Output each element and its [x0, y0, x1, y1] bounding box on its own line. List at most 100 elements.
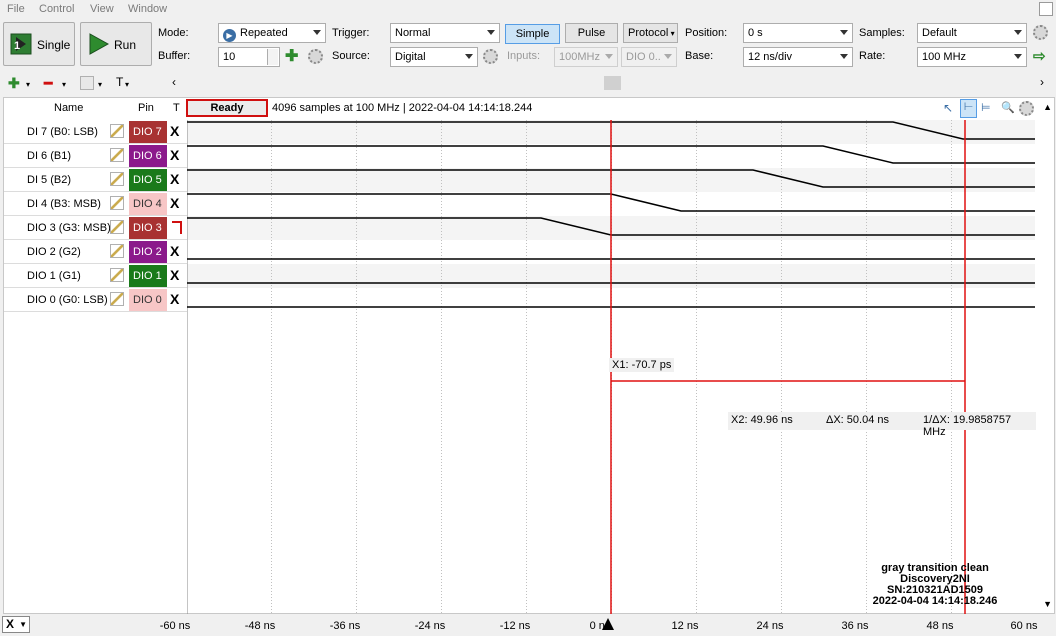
remove-channel-icon[interactable]: ━	[44, 75, 52, 92]
channel-name: DI 7 (B0: LSB)	[27, 126, 98, 138]
buffer-stepper[interactable]	[267, 49, 278, 65]
buffer-settings-icon[interactable]	[308, 49, 323, 64]
source-label: Source:	[332, 50, 370, 62]
scroll-right-icon[interactable]: ›	[1040, 75, 1044, 89]
channel-name: DIO 1 (G1)	[27, 270, 81, 282]
cursor-x2-icon[interactable]: ⊨	[981, 101, 991, 114]
rising-edge-trigger-icon[interactable]	[172, 221, 182, 234]
pin-badge: DIO 6	[129, 145, 167, 167]
cursor-x1-icon[interactable]: ⊢	[960, 99, 977, 118]
window-restore-button[interactable]	[1039, 2, 1053, 16]
scroll-down-icon[interactable]: ▼	[1043, 599, 1052, 609]
base-select[interactable]: 12 ns/div	[743, 47, 853, 67]
single-label: Single	[37, 38, 71, 52]
trigger-x-icon[interactable]: X	[170, 195, 179, 211]
trigger-x-icon[interactable]: X	[170, 267, 179, 283]
channel-row[interactable]: DI 4 (B3: MSB) DIO 4 X	[4, 192, 187, 216]
edit-icon[interactable]	[110, 196, 124, 210]
channel-name: DIO 0 (G0: LSB)	[27, 294, 108, 306]
menu-control[interactable]: Control	[39, 3, 74, 15]
source-select[interactable]: Digital	[390, 47, 478, 67]
inputs-channel-select: DIO 0..	[621, 47, 677, 67]
edit-icon[interactable]	[110, 268, 124, 282]
rate-select[interactable]: 100 MHz	[917, 47, 1027, 67]
panel-settings-icon[interactable]	[1019, 101, 1034, 116]
add-buffer-icon[interactable]: ✚	[285, 46, 298, 66]
buffer-label: Buffer:	[158, 50, 191, 62]
zoom-icon[interactable]: 🔍	[1001, 101, 1015, 114]
remove-dropdown-icon[interactable]: ▾	[62, 80, 66, 89]
source-value: Digital	[395, 51, 426, 63]
trigger-x-icon[interactable]: X	[170, 171, 179, 187]
trigger-value: Normal	[395, 27, 431, 39]
scroll-left-icon[interactable]: ‹	[172, 75, 176, 89]
col-trigger-header: T	[173, 102, 180, 114]
menu-window[interactable]: Window	[128, 3, 167, 15]
edit-icon[interactable]	[110, 220, 124, 234]
edit-icon[interactable]	[110, 148, 124, 162]
x-axis-button[interactable]: X ▼	[2, 616, 30, 633]
samples-select[interactable]: Default	[917, 23, 1027, 43]
single-button[interactable]: 1 Single	[3, 22, 75, 66]
edit-icon[interactable]	[110, 172, 124, 186]
source-settings-icon[interactable]	[483, 49, 498, 64]
channel-name: DI 6 (B1)	[27, 150, 72, 162]
trigger-select[interactable]: Normal	[390, 23, 500, 43]
trigger-tool-icon[interactable]: T	[116, 75, 123, 89]
channel-row[interactable]: DIO 0 (G0: LSB) DIO 0 X	[4, 288, 187, 312]
trigger-x-icon[interactable]: X	[170, 243, 179, 259]
cursor-x2-label[interactable]: X2: 49.96 ns	[731, 414, 793, 426]
channel-row[interactable]: DIO 1 (G1) DIO 1 X	[4, 264, 187, 288]
pin-badge: DIO 0	[129, 289, 167, 311]
cursor-x1-label[interactable]: X1: -70.7 ps	[609, 358, 675, 372]
note-timestamp: 2022-04-04 14:14:18.246	[872, 595, 998, 607]
edit-dropdown-icon[interactable]: ▾	[98, 80, 102, 89]
channel-row[interactable]: DI 7 (B0: LSB) DIO 7 X	[4, 120, 187, 144]
inputs-value: 100MHz	[559, 51, 600, 63]
run-button[interactable]: Run	[80, 22, 152, 66]
pin-badge: DIO 1	[129, 265, 167, 287]
svg-text:1: 1	[14, 40, 20, 52]
simple-button[interactable]: Simple	[505, 24, 560, 44]
x-tick: 48 ns	[926, 620, 954, 632]
edit-channel-icon[interactable]	[80, 76, 94, 90]
menu-file[interactable]: File	[7, 3, 25, 15]
menu-view[interactable]: View	[90, 3, 114, 15]
cursor-tool-icon[interactable]: ↖	[943, 101, 953, 115]
play-icon	[89, 33, 109, 55]
add-channel-icon[interactable]: ✚	[8, 75, 20, 92]
trigger-position-marker[interactable]	[602, 618, 614, 630]
edit-icon[interactable]	[110, 244, 124, 258]
mode-select[interactable]: ▶ Repeated	[218, 23, 326, 43]
position-input[interactable]: 0 s	[743, 23, 853, 43]
rate-value: 100 MHz	[922, 51, 967, 63]
channel-row[interactable]: DI 6 (B1) DIO 6 X	[4, 144, 187, 168]
arrow-right-icon[interactable]: ⇨	[1033, 47, 1046, 65]
position-label: Position:	[685, 27, 728, 39]
scroll-up-icon[interactable]: ▲	[1043, 102, 1052, 112]
trigger-dropdown-icon[interactable]: ▾	[125, 80, 129, 89]
protocol-button[interactable]: Protocol ▾	[623, 23, 678, 43]
channel-row[interactable]: DIO 3 (G3: MSB) DIO 3	[4, 216, 187, 240]
capture-note: gray transition clean Discovery2NI SN:21…	[850, 563, 1020, 607]
status-info: 4096 samples at 100 MHz | 2022-04-04 14:…	[272, 102, 533, 114]
edit-icon[interactable]	[110, 292, 124, 306]
add-dropdown-icon[interactable]: ▾	[26, 80, 30, 89]
logic-panel: Name Pin T Ready 4096 samples at 100 MHz…	[3, 97, 1055, 614]
trigger-x-icon[interactable]: X	[170, 123, 179, 139]
buffer-input[interactable]: 10	[218, 47, 280, 67]
menu-bar: File Control View Window	[0, 0, 1056, 20]
x-axis: X ▼ -60 ns -48 ns -36 ns -24 ns -12 ns 0 …	[0, 614, 1056, 636]
trigger-x-icon[interactable]: X	[170, 147, 179, 163]
pulse-button[interactable]: Pulse	[565, 23, 618, 43]
samples-settings-icon[interactable]	[1033, 25, 1048, 40]
edit-icon[interactable]	[110, 124, 124, 138]
scroll-thumb[interactable]	[604, 76, 621, 90]
channel-row[interactable]: DI 5 (B2) DIO 5 X	[4, 168, 187, 192]
pin-badge: DIO 7	[129, 121, 167, 143]
x-tick: -36 ns	[329, 620, 361, 632]
pin-badge: DIO 3	[129, 217, 167, 239]
trigger-x-icon[interactable]: X	[170, 291, 179, 307]
channel-row[interactable]: DIO 2 (G2) DIO 2 X	[4, 240, 187, 264]
protocol-label: Protocol	[628, 27, 669, 39]
